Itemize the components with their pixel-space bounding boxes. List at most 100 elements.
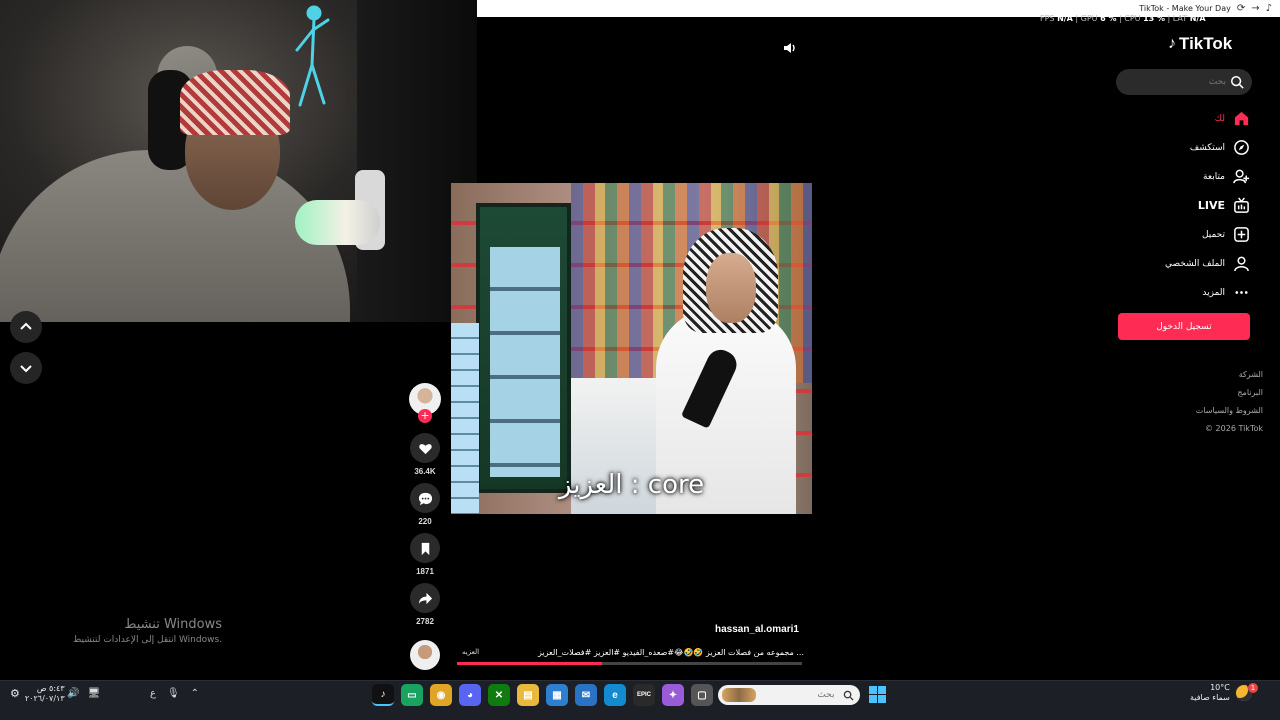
home-icon	[1234, 111, 1249, 126]
nav-item-profile[interactable]: الملف الشخصي	[1100, 249, 1250, 278]
volume-icon[interactable]	[782, 41, 798, 55]
nav-item-for-you[interactable]: لك	[1100, 104, 1250, 133]
skeleton-decoration-icon	[295, 5, 330, 107]
fps-value: N/A	[1057, 14, 1073, 23]
more-icon	[1235, 291, 1248, 294]
notification-center-icon[interactable]: ⚙	[10, 688, 20, 699]
taskbar-app-tiktok[interactable]: ♪	[372, 684, 394, 706]
taskbar-clock[interactable]: ⚙ ٥:٤٣ ص ٢٠٢٦/٠٧/١٣	[10, 684, 65, 704]
tray-status-icons: 🔊 🖥	[67, 688, 100, 699]
browser-tab-title[interactable]: TikTok - Make Your Day	[1139, 4, 1231, 13]
chevron-up-tray-icon[interactable]: ⌃	[191, 688, 199, 699]
taskbar-search-input[interactable]	[764, 690, 835, 700]
music-avatar[interactable]	[410, 640, 440, 670]
taskbar-app-xbox[interactable]: ✕	[488, 684, 510, 706]
user-plus-icon	[1233, 169, 1250, 184]
windows-start-button[interactable]	[869, 686, 886, 703]
shemagh-cap	[180, 70, 290, 135]
follow-plus-icon[interactable]: +	[418, 409, 432, 423]
forward-icon[interactable]: →	[1251, 3, 1259, 14]
video-progress-bar[interactable]	[457, 662, 802, 665]
nav-label: الملف الشخصي	[1165, 258, 1225, 269]
fridge-bottles	[490, 247, 560, 477]
taskbar-app-terminal[interactable]: ▭	[401, 684, 423, 706]
tiktok-note-icon: ♪	[1168, 35, 1176, 52]
share-button[interactable]	[410, 583, 440, 613]
video-progress-fill	[457, 662, 602, 665]
desktop-screen: TikTok - Make Your Day ⟳ → ♪ FPS N/A | G…	[0, 0, 1280, 720]
nav-item-following[interactable]: متابعة	[1100, 162, 1250, 191]
nav-label: LIVE	[1197, 199, 1225, 212]
save-count: 1871	[416, 567, 434, 576]
footer-copyright: © 2026 TikTok	[1205, 424, 1263, 433]
video-description: مجموعه من فصلات العزيز 🤣🤣😂#صعده_الفيديو …	[537, 648, 804, 657]
streamer-body	[0, 150, 350, 322]
previous-video-button[interactable]	[10, 311, 42, 343]
taskbar-app-discord[interactable]: ◕	[459, 684, 481, 706]
creator-avatar[interactable]: +	[409, 383, 441, 423]
search-highlight-image	[722, 688, 756, 702]
footer-link-program[interactable]: البرنامج	[1150, 384, 1263, 402]
nav-label: المزيد	[1202, 287, 1225, 298]
tiktok-search-bar[interactable]	[1116, 69, 1252, 95]
taskbar-search[interactable]	[718, 685, 860, 705]
heart-icon	[418, 443, 432, 454]
nav-item-more[interactable]: المزيد	[1100, 278, 1250, 307]
webcam-overlay	[0, 0, 477, 322]
microphone-icon[interactable]: 🎙	[167, 688, 180, 699]
windows-logo-tile	[878, 686, 886, 694]
footer-link-company[interactable]: الشركة	[1150, 366, 1263, 384]
share-count: 2782	[416, 617, 434, 626]
nav-item-explore[interactable]: استكشف	[1100, 133, 1250, 162]
nav-label: تحميل	[1201, 229, 1225, 240]
taskbar-app-copilot[interactable]: ✦	[662, 684, 684, 706]
taskbar-app-store[interactable]: ▦	[546, 684, 568, 706]
gpu-label: GPU	[1080, 14, 1098, 23]
comment-icon	[418, 492, 432, 505]
tiktok-logo-text: TikTok	[1179, 34, 1233, 53]
taskbar-app-epic[interactable]: EPIC	[633, 684, 655, 706]
network-icon[interactable]: 🖥	[87, 688, 100, 699]
speaker-icon[interactable]: 🔊	[67, 688, 79, 699]
taskbar-app-edge[interactable]: e	[604, 684, 626, 706]
like-button[interactable]	[410, 433, 440, 463]
search-icon[interactable]	[1230, 75, 1244, 89]
refresh-icon[interactable]: ⟳	[1237, 3, 1245, 14]
cpu-label: CPU	[1124, 14, 1141, 23]
video-player[interactable]: العزيز : core	[451, 183, 812, 514]
performance-overlay: FPS N/A | GPU 6 % | CPU 13 % | LAT N/A	[1040, 14, 1206, 23]
fps-label: FPS	[1040, 14, 1055, 23]
weather-widget[interactable]: 10°C سماء صافية	[1190, 683, 1252, 703]
profile-icon	[1234, 256, 1249, 272]
tiktok-logo[interactable]: ♪ TikTok	[1168, 34, 1232, 54]
taskbar-app-chrome[interactable]: ◉	[430, 684, 452, 706]
rgb-microphone	[295, 200, 380, 245]
tiktok-favicon-icon: ♪	[1265, 3, 1272, 14]
taskbar-app-mail[interactable]: ✉	[575, 684, 597, 706]
upload-icon	[1234, 227, 1249, 242]
taskbar-app-files[interactable]: ▤	[517, 684, 539, 706]
taskbar-app-app-window[interactable]: ▢	[691, 684, 713, 706]
taskbar-apps: ♪ ▭ ◉ ◕ ✕ ▤ ▦ ✉ e EPIC ✦ ▢	[372, 684, 713, 706]
gpu-value: 6 %	[1100, 14, 1117, 23]
login-button[interactable]: تسجيل الدخول	[1118, 313, 1250, 340]
clock-date: ٢٠٢٦/٠٧/١٣	[24, 694, 65, 703]
tiktok-sidebar-nav: لك استكشف متابعة LIVE تحميل الملف الشخصي…	[1100, 104, 1250, 307]
language-indicator[interactable]: ع	[150, 688, 156, 699]
nav-item-live[interactable]: LIVE	[1100, 191, 1250, 220]
save-button[interactable]	[410, 533, 440, 563]
nav-item-upload[interactable]: تحميل	[1100, 220, 1250, 249]
presenter-face	[706, 253, 756, 323]
comment-button[interactable]	[410, 483, 440, 513]
next-video-button[interactable]	[10, 352, 42, 384]
video-caption: العزيز : core	[558, 470, 705, 500]
music-label[interactable]: العزيه	[462, 648, 479, 656]
video-author[interactable]: hassan_al.omari1	[715, 624, 799, 635]
weather-desc: سماء صافية	[1190, 693, 1230, 702]
footer-link-terms[interactable]: الشروط والسياسات	[1150, 402, 1263, 420]
lat-label: LAT	[1172, 14, 1188, 23]
lat-value: N/A	[1189, 14, 1206, 23]
search-input[interactable]	[1126, 77, 1226, 87]
chevron-down-icon	[20, 365, 32, 373]
like-count: 36.4K	[414, 467, 436, 476]
